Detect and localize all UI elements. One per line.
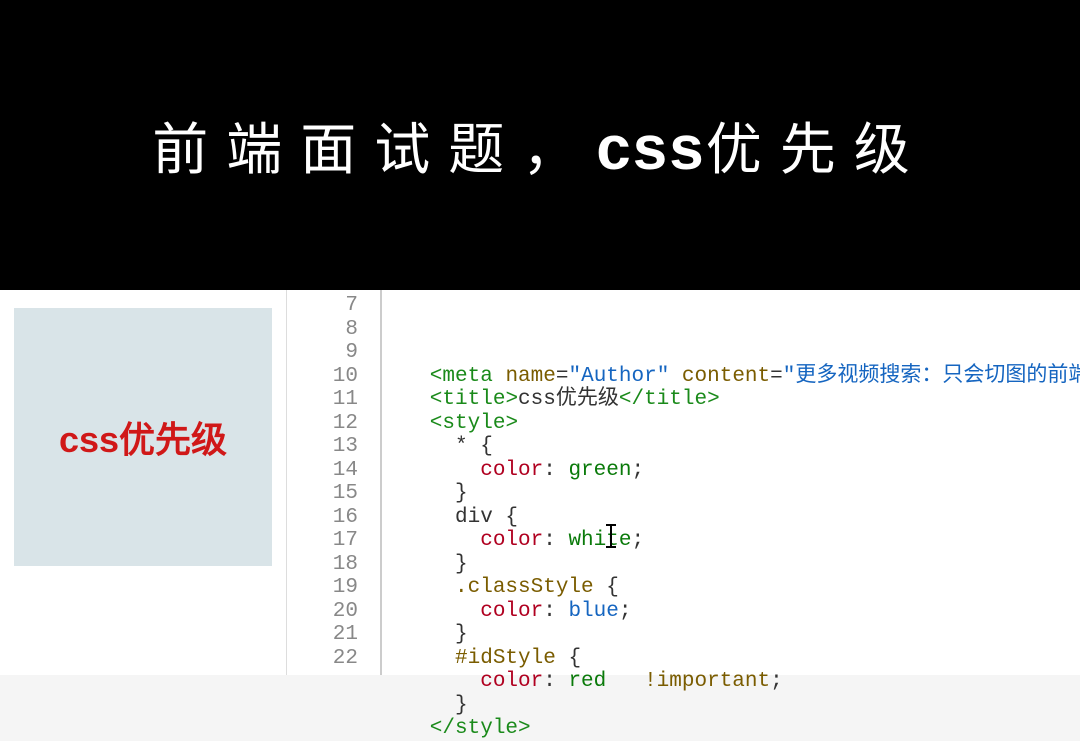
line-number: 7 xyxy=(287,294,358,318)
topic-card: css优先级 xyxy=(14,308,272,566)
title-prefix: 前端面试题， xyxy=(152,120,596,182)
code-line[interactable]: * { xyxy=(392,435,1080,459)
code-line[interactable]: <style> xyxy=(392,412,1080,436)
line-number: 15 xyxy=(287,482,358,506)
line-gutter: 78910111213141516171819202122 xyxy=(287,290,382,675)
code-line[interactable]: color: white; xyxy=(392,529,1080,553)
header-title: 前端面试题，css优先级 xyxy=(152,105,927,186)
code-line[interactable]: } xyxy=(392,482,1080,506)
code-line[interactable]: color: green; xyxy=(392,459,1080,483)
code-editor[interactable]: 78910111213141516171819202122 <meta name… xyxy=(286,290,1080,675)
title-css-word: css xyxy=(596,114,705,183)
line-number: 11 xyxy=(287,388,358,412)
line-number: 20 xyxy=(287,600,358,624)
text-cursor-icon xyxy=(610,526,612,546)
line-number: 12 xyxy=(287,412,358,436)
topic-card-text: css优先级 xyxy=(59,411,227,463)
line-number: 17 xyxy=(287,529,358,553)
content-area: css优先级 78910111213141516171819202122 <me… xyxy=(0,290,1080,675)
code-line[interactable]: } xyxy=(392,623,1080,647)
line-number: 16 xyxy=(287,506,358,530)
line-number: 21 xyxy=(287,623,358,647)
line-number: 18 xyxy=(287,553,358,577)
code-line[interactable]: <title>css优先级</title> xyxy=(392,388,1080,412)
code-line[interactable]: } xyxy=(392,694,1080,718)
code-line[interactable]: color: blue; xyxy=(392,600,1080,624)
line-number: 9 xyxy=(287,341,358,365)
line-number: 19 xyxy=(287,576,358,600)
line-number: 14 xyxy=(287,459,358,483)
line-number: 13 xyxy=(287,435,358,459)
code-line[interactable]: </style> xyxy=(392,717,1080,741)
line-number: 10 xyxy=(287,365,358,389)
code-line[interactable]: color: red !important; xyxy=(392,670,1080,694)
line-number: 8 xyxy=(287,318,358,342)
title-suffix: 优先级 xyxy=(706,120,928,182)
header-banner: 前端面试题，css优先级 xyxy=(0,0,1080,290)
code-line[interactable]: div { xyxy=(392,506,1080,530)
left-panel: css优先级 xyxy=(0,290,286,675)
code-line[interactable]: #idStyle { xyxy=(392,647,1080,671)
code-line[interactable]: } xyxy=(392,553,1080,577)
code-line[interactable]: <meta name="Author" content="更多视频搜索：只会切图… xyxy=(392,365,1080,389)
line-number: 22 xyxy=(287,647,358,671)
code-line[interactable]: .classStyle { xyxy=(392,576,1080,600)
code-area[interactable]: <meta name="Author" content="更多视频搜索：只会切图… xyxy=(382,290,1080,675)
